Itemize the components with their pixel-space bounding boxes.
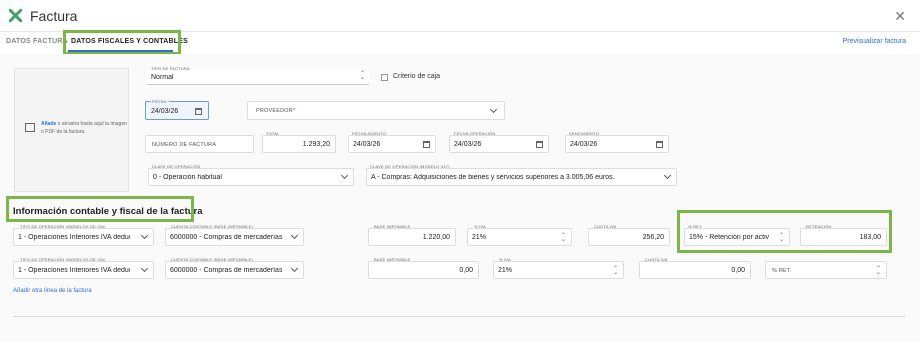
total-value: 1.293,20 [302,141,330,148]
upload-dropzone[interactable]: Añade o arrastra hasta aquí la imagen o … [14,68,129,192]
chevron-down-icon [290,264,299,273]
taxable-base-value: 1.220,00 [422,234,450,241]
provider-label: PROVEEDOR [256,108,293,114]
vat-amount-value: 0,00 [731,267,745,274]
chevron-down-icon [140,264,149,273]
invoice-type-value: Normal [151,74,174,81]
close-icon[interactable]: ✕ [894,8,906,25]
due-date-value: 24/03/26 [570,141,598,148]
vat-pct-select[interactable]: 21% ⌃ ⌄ [493,261,624,279]
chevron-down-icon [663,171,672,180]
divider [13,316,906,317]
vat-pct-value: 21% [472,234,487,241]
account-value: 6000000 - Compras de mercaderías [170,234,283,241]
account-select[interactable]: 6000000 - Compras de mercaderías [165,228,304,246]
tab-datos-factura[interactable]: DATOS FACTURA [6,38,68,45]
image-upload-icon [25,123,35,132]
account-select[interactable]: 6000000 - Compras de mercaderías [165,261,304,279]
updown-icon: ⌃ ⌄ [359,71,365,81]
retention-highlight-box [677,210,892,253]
title-bar: Factura ✕ [0,0,920,32]
provider-select[interactable]: PROVEEDOR* [247,101,505,120]
calendar-icon[interactable] [536,141,543,148]
invoice-type-select[interactable]: Normal ⌃ ⌄ [147,70,369,85]
dropzone-text: Añade o arrastra hasta aquí la imagen o … [41,120,127,136]
operation-key-value: 0 - Operación habitual [153,174,222,181]
account-value: 6000000 - Compras de mercaderías [170,267,283,274]
entry-date-value: 24/03/26 [353,141,381,148]
operation-key-347-value: A - Compras: Adquisiciones de bienes y s… [371,174,615,181]
entry-date-input[interactable]: 24/03/26 [348,135,436,153]
updown-icon: ⌃ ⌄ [875,266,881,276]
due-date-input[interactable]: 24/03/26 [565,135,669,153]
required-mark: * [292,108,296,114]
date-value: 24/03/26 [151,108,179,115]
section-highlight-box [6,196,194,222]
vat-amount-input[interactable]: 256,20 [588,228,670,246]
invoice-number-input[interactable]: NÚMERO DE FACTURA [145,135,254,153]
preview-invoice-link[interactable]: Previsualizar factura [843,38,906,45]
vat-amount-value: 256,20 [642,234,664,241]
dropzone-link[interactable]: Añade [41,121,56,127]
calendar-icon[interactable] [195,108,202,115]
taxable-base-input[interactable]: 0,00 [368,261,479,279]
total-input[interactable]: 1.293,20 [262,135,336,153]
provider-placeholder: PROVEEDOR* [256,108,295,114]
chevron-down-icon [290,231,299,240]
calendar-icon[interactable] [656,141,663,148]
vat-amount-input[interactable]: 0,00 [639,261,751,279]
date-label: FECHA * [151,99,171,104]
operation-key-select[interactable]: 0 - Operación habitual [148,168,354,186]
updown-icon: ⌃ ⌄ [560,233,566,243]
add-invoice-line-link[interactable]: Añadir otra línea de la factura [13,288,92,294]
calendar-icon[interactable] [423,141,430,148]
taxable-base-input[interactable]: 1.220,00 [368,228,456,246]
operation-type-value: 1 - Operaciones Interiores IVA deduc [18,234,130,241]
operation-date-value: 24/03/26 [454,141,482,148]
tab-highlight-box [63,30,181,55]
operation-date-input[interactable]: 24/03/26 [449,135,549,153]
updown-icon: ⌃ ⌄ [612,266,618,276]
operation-type-select[interactable]: 1 - Operaciones Interiores IVA deduc [13,261,154,279]
taxable-base-value: 0,00 [459,267,473,274]
retention-pct-placeholder: % RET. [772,268,792,274]
chevron-down-icon [340,171,349,180]
vat-pct-select[interactable]: 21% ⌃ ⌄ [467,228,572,246]
cash-criterion-label: Criterio de caja [393,73,441,80]
operation-key-347-select[interactable]: A - Compras: Adquisiciones de bienes y s… [366,168,677,186]
app-logo-icon [9,9,22,22]
invoice-number-placeholder: NÚMERO DE FACTURA [152,142,217,148]
chevron-down-icon [489,105,498,114]
cash-criterion-checkbox[interactable] [381,74,388,81]
window-title: Factura [30,8,78,24]
vat-pct-value: 21% [498,267,513,274]
chevron-down-icon [140,231,149,240]
operation-type-select[interactable]: 1 - Operaciones Interiores IVA deduc [13,228,154,246]
retention-pct-select[interactable]: % RET. ⌃ ⌄ [765,261,887,279]
operation-type-value: 1 - Operaciones Interiores IVA deduc [18,267,130,274]
